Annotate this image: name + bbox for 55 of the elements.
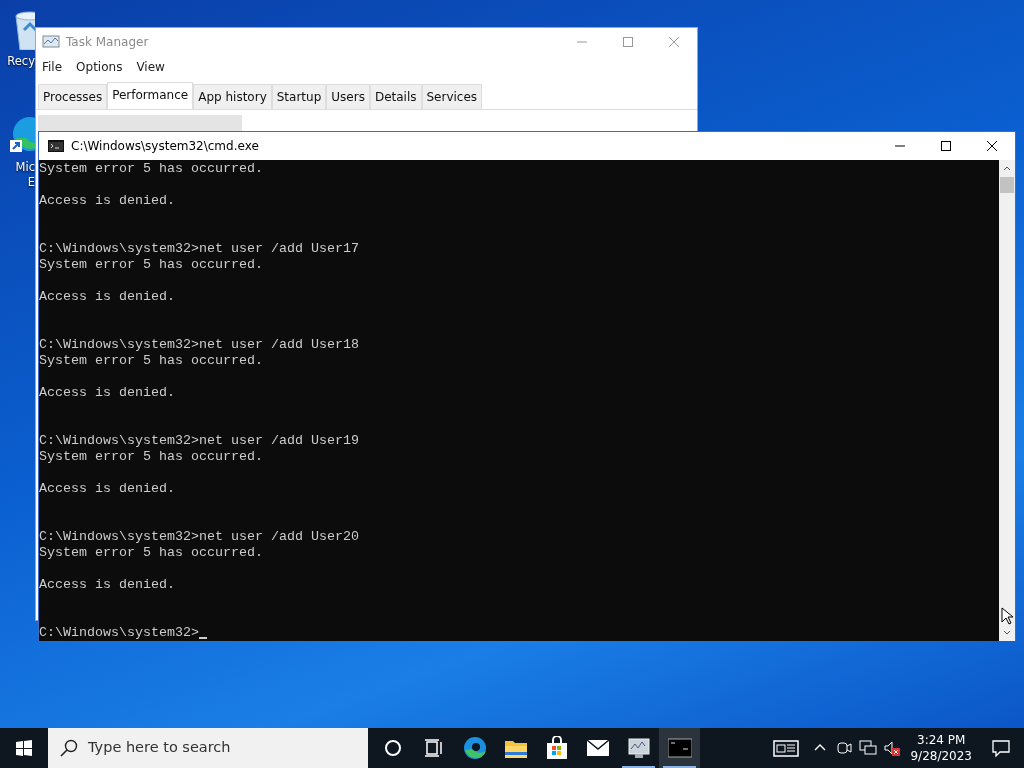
clock[interactable]: 3:24 PM 9/28/2023 [904,732,978,764]
console-line: System error 5 has occurred. [39,353,263,368]
network-icon[interactable] [859,738,878,758]
scrollbar-thumb[interactable] [1000,177,1014,193]
search-icon [60,739,78,757]
monitor-chart-icon [626,736,651,760]
icon-label[interactable]: Mic [0,160,35,175]
scrollbar[interactable] [999,160,1015,641]
window-title: C:\Windows\system32\cmd.exe [71,138,259,155]
notifications-icon[interactable] [991,738,1011,758]
console-line: C:\Windows\system32>net user /add User19 [39,433,359,448]
search-field[interactable]: Type here to search [48,728,368,768]
circle-icon [382,738,403,758]
console-line: Access is denied. [39,481,175,496]
console-icon [48,140,64,152]
clock-date: 9/28/2023 [910,748,972,764]
console-line: Access is denied. [39,577,175,592]
taskbar-button[interactable] [659,728,700,768]
mouse-pointer-icon [1001,607,1013,625]
tab[interactable]: App history [193,84,272,109]
tab[interactable]: Processes [38,84,108,109]
task-manager-icon [42,34,60,50]
maximize-icon[interactable] [941,141,951,151]
shopping-bag-icon [544,736,569,760]
console-line: Access is denied. [39,385,175,400]
menu-item[interactable]: Options [76,58,123,76]
console-line: C:\Windows\system32>net user /add User20 [39,529,359,544]
close-icon[interactable] [987,141,997,151]
icon-label[interactable]: Recy [0,54,35,69]
console-line: System error 5 has occurred. [39,545,263,560]
search-placeholder: Type here to search [88,738,231,758]
text-cursor [198,637,207,639]
console-line: C:\Windows\system32>net user /add User17 [39,241,359,256]
clock-time: 3:24 PM [916,732,967,748]
menu-item[interactable]: File [42,58,63,76]
task-view-icon [423,738,444,758]
tab[interactable]: Services [421,84,483,109]
tab[interactable]: Users [326,84,370,109]
console-line: System error 5 has occurred. [39,449,263,464]
tab[interactable]: Details [369,84,422,109]
icon-label[interactable]: E [0,175,35,190]
console-line: Access is denied. [39,193,175,208]
news-icon[interactable] [772,738,801,758]
console-line: C:\Windows\system32>net user /add User18 [39,337,359,352]
console-line: C:\Windows\system32> [39,625,199,640]
menu-item[interactable]: View [136,58,165,76]
windows-logo-icon [16,740,32,756]
edge-icon [462,736,487,760]
window-title: Task Manager [66,34,149,51]
console-line: System error 5 has occurred. [39,161,263,176]
tab[interactable]: Performance [107,82,194,109]
console-line: Access is denied. [39,289,175,304]
console-line: System error 5 has occurred. [39,257,263,272]
tab[interactable]: Startup [271,84,327,109]
console-icon [667,738,692,758]
